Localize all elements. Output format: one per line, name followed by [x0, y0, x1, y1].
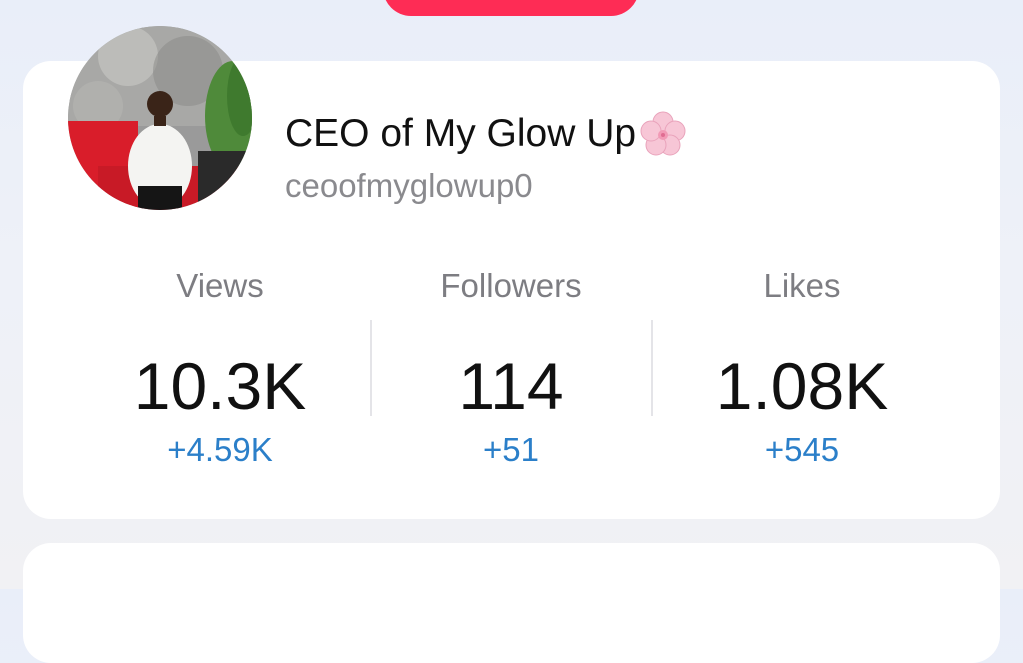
cherry-blossom-icon [638, 109, 688, 159]
stat-followers[interactable]: Followers 114 +51 [351, 266, 671, 470]
display-name-text: CEO of My Glow Up [285, 112, 637, 155]
stat-views[interactable]: Views 10.3K +4.59K [60, 266, 380, 470]
stat-delta: +4.59K [167, 431, 273, 468]
avatar[interactable] [68, 26, 252, 210]
stat-value: 114 [458, 349, 564, 423]
stat-label: Likes [763, 267, 841, 304]
stat-delta: +51 [483, 431, 539, 468]
display-name: CEO of My Glow Up [285, 109, 688, 159]
stat-likes[interactable]: Likes 1.08K +545 [642, 266, 962, 470]
stat-label: Followers [440, 267, 582, 304]
username: ceoofmyglowup0 [285, 167, 533, 204]
top-action-button[interactable] [383, 0, 639, 16]
stat-label: Views [176, 267, 264, 304]
stat-delta: +545 [764, 431, 840, 468]
profile-stats-card: CEO of My Glow Up ceoofmyglowup0 Views 1… [23, 26, 1000, 519]
next-card [23, 543, 1000, 663]
stat-value: 10.3K [133, 349, 307, 423]
stat-value: 1.08K [715, 349, 889, 423]
